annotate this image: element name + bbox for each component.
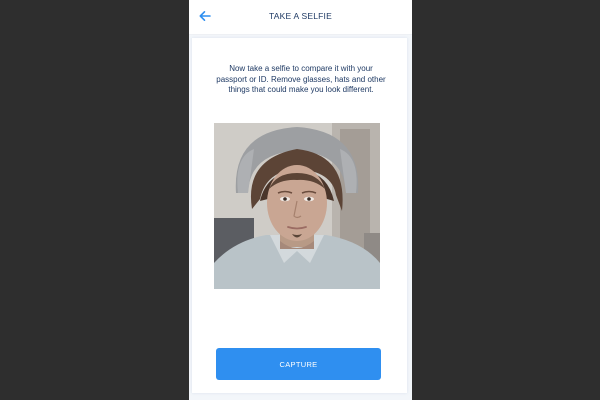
selfie-photo — [214, 123, 380, 289]
selfie-card: Now take a selfie to compare it with you… — [192, 38, 407, 393]
capture-button[interactable]: CAPTURE — [216, 348, 381, 380]
app-header: TAKE A SELFIE — [189, 0, 412, 35]
page-title: TAKE A SELFIE — [269, 11, 332, 21]
screen-backdrop: TAKE A SELFIE Now take a selfie to compa… — [0, 0, 600, 400]
camera-preview — [214, 123, 380, 289]
mobile-app-frame: TAKE A SELFIE Now take a selfie to compa… — [189, 0, 412, 400]
instructions-text: Now take a selfie to compare it with you… — [216, 64, 386, 94]
